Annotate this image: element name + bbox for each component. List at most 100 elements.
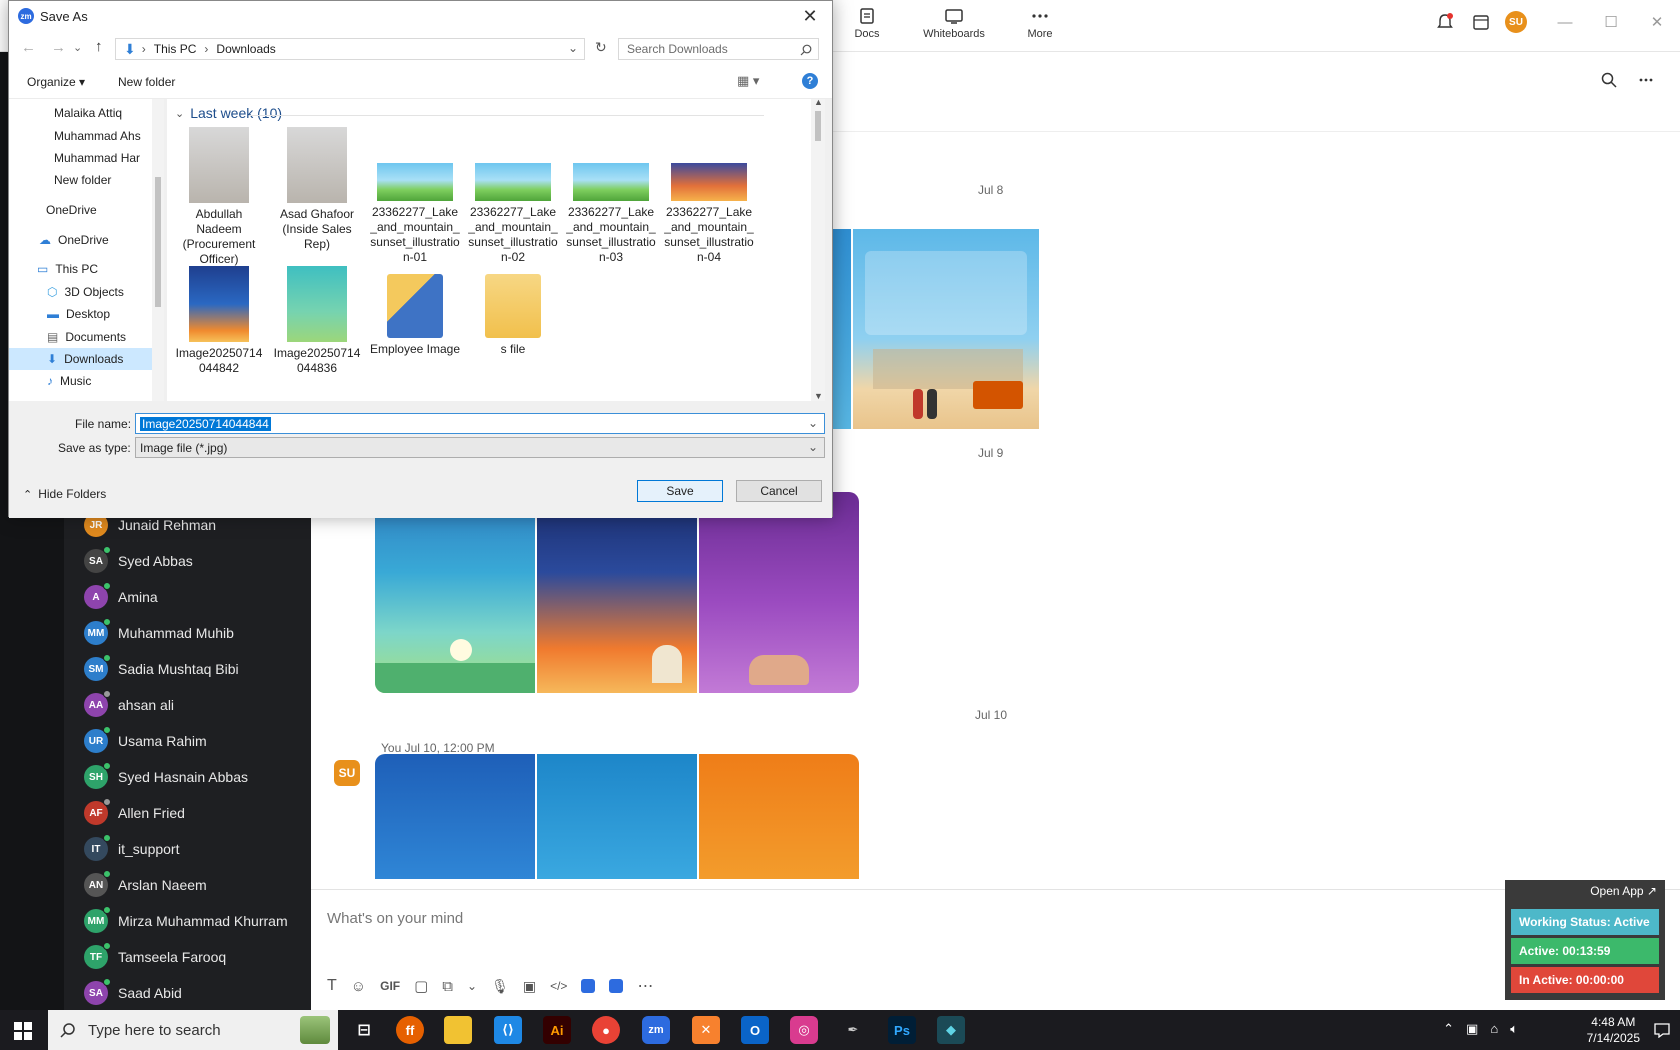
docs-tab[interactable]: Docs: [827, 8, 907, 40]
photoshop-icon[interactable]: Ps: [888, 1016, 916, 1044]
message-composer[interactable]: What's on your mind T ☺ GIF ▢ ⧉ ⌄ 🎙︎ ▣ <…: [311, 889, 1680, 1010]
tree-item[interactable]: Muhammad Ahs: [9, 125, 154, 147]
contact-item[interactable]: AF Allen Fried: [84, 795, 185, 831]
close-window-icon[interactable]: ✕: [1634, 0, 1680, 44]
save-type-select[interactable]: Image file (*.jpg) ⌄: [135, 437, 825, 458]
contact-item[interactable]: SM Sadia Mushtaq Bibi: [84, 651, 239, 687]
contact-item[interactable]: TF Tamseela Farooq: [84, 939, 226, 975]
contact-item[interactable]: SA Saad Abid: [84, 975, 182, 1011]
tracking-app-icon[interactable]: ◆: [937, 1016, 965, 1044]
save-button[interactable]: Save: [637, 480, 723, 502]
zoom-taskbar-icon[interactable]: zm: [642, 1016, 670, 1044]
contact-item[interactable]: SH Syed Hasnain Abbas: [84, 759, 248, 795]
chrome-icon[interactable]: ●: [592, 1016, 620, 1044]
chevron-down-icon[interactable]: ⌄: [467, 979, 477, 993]
notifications-icon[interactable]: [1434, 11, 1456, 33]
file-explorer-icon[interactable]: [444, 1016, 472, 1044]
image-attachment[interactable]: [375, 492, 859, 693]
contact-item[interactable]: A Amina: [84, 579, 158, 615]
tree-item[interactable]: Malaika Attiq: [9, 102, 154, 124]
tree-item[interactable]: ⬇ Downloads: [9, 348, 154, 370]
file-icon[interactable]: ▢: [414, 977, 428, 995]
gif-icon[interactable]: GIF: [380, 979, 400, 993]
image-attachment[interactable]: [818, 229, 1372, 429]
composer-more-icon[interactable]: ⋯: [637, 976, 653, 996]
audio-icon[interactable]: 🎙︎: [491, 978, 509, 995]
files-scrollbar[interactable]: ▲ ▼: [811, 99, 825, 401]
video-icon[interactable]: ▣: [523, 978, 536, 995]
cancel-button[interactable]: Cancel: [736, 480, 822, 502]
contact-item[interactable]: AA ahsan ali: [84, 687, 174, 723]
organize-button[interactable]: Organize ▾: [27, 75, 85, 89]
text-format-icon[interactable]: T: [327, 977, 337, 995]
illustrator-icon[interactable]: Ai: [543, 1016, 571, 1044]
back-arrow-icon[interactable]: ←: [21, 39, 36, 56]
whiteboards-tab[interactable]: Whiteboards: [914, 8, 994, 40]
code-icon[interactable]: </>: [550, 979, 567, 993]
tree-item[interactable]: Muhammad Har: [9, 147, 154, 169]
address-dropdown-icon[interactable]: ⌄: [568, 41, 578, 55]
minimize-icon[interactable]: —: [1542, 0, 1588, 44]
refresh-icon[interactable]: ↻: [595, 39, 607, 56]
tree-item[interactable]: OneDrive: [9, 199, 154, 221]
group-header[interactable]: ⌄ Last week (10): [175, 105, 282, 121]
view-options-icon[interactable]: ▦ ▾: [737, 73, 759, 89]
file-item[interactable]: Image20250714044836: [267, 266, 367, 376]
chat-more-icon[interactable]: [1638, 72, 1654, 88]
emoji-icon[interactable]: ☺: [351, 978, 366, 995]
xampp-icon[interactable]: ✕: [692, 1016, 720, 1044]
forward-arrow-icon[interactable]: →: [51, 39, 66, 56]
maximize-icon[interactable]: ☐: [1588, 0, 1634, 44]
file-name-dropdown-icon[interactable]: ⌄: [808, 416, 818, 430]
outlook-icon[interactable]: O: [741, 1016, 769, 1044]
path-segment-this-pc[interactable]: This PC: [154, 42, 197, 56]
file-item[interactable]: Employee Image: [365, 266, 465, 357]
recent-locations-icon[interactable]: ⌄: [73, 41, 82, 54]
tray-chevron-up-icon[interactable]: ⌃: [1443, 1021, 1454, 1037]
file-name-input[interactable]: Image20250714044844 ⌄: [135, 413, 825, 434]
taskbar-clock[interactable]: 4:48 AM 7/14/2025: [1587, 1014, 1640, 1046]
up-arrow-icon[interactable]: ↑: [95, 38, 103, 55]
vscode-icon[interactable]: ⟨⟩: [494, 1016, 522, 1044]
address-bar[interactable]: ⬇ › This PC › Downloads ⌄: [115, 38, 585, 60]
tray-app-icon[interactable]: ▣: [1466, 1021, 1478, 1037]
file-item[interactable]: 23362277_Lake_and_mountain_sunset_illust…: [463, 127, 563, 265]
tree-item[interactable]: ☁ OneDrive: [9, 229, 154, 251]
notification-center-icon[interactable]: [1654, 1022, 1670, 1038]
contact-item[interactable]: SA Syed Abbas: [84, 543, 193, 579]
image-attachment[interactable]: [375, 754, 859, 879]
open-app-link[interactable]: Open App ↗: [1509, 884, 1661, 906]
file-item[interactable]: 23362277_Lake_and_mountain_sunset_illust…: [659, 127, 759, 265]
task-view-icon[interactable]: ⊟: [350, 1016, 378, 1044]
file-item[interactable]: Asad Ghafoor (Inside Sales Rep): [267, 127, 367, 252]
search-icon[interactable]: [1601, 72, 1617, 88]
new-folder-button[interactable]: New folder: [118, 75, 175, 89]
network-icon[interactable]: ⌂: [1490, 1021, 1498, 1037]
pen-tool-icon[interactable]: ✒: [839, 1016, 867, 1044]
creative-cloud-icon[interactable]: ◎: [790, 1016, 818, 1044]
close-icon[interactable]: ✕: [788, 1, 832, 31]
calendar-icon[interactable]: [1470, 11, 1492, 33]
contact-item[interactable]: MM Mirza Muhammad Khurram: [84, 903, 288, 939]
contact-item[interactable]: UR Usama Rahim: [84, 723, 207, 759]
firefox-icon[interactable]: ff: [396, 1016, 424, 1044]
file-item[interactable]: Image20250714044842: [169, 266, 269, 376]
path-segment-downloads[interactable]: Downloads: [216, 42, 275, 56]
tree-item[interactable]: ⬡ 3D Objects: [9, 281, 154, 303]
contact-item[interactable]: IT it_support: [84, 831, 179, 867]
volume-icon[interactable]: 🔈︎: [1510, 1021, 1518, 1037]
app-icon-blue[interactable]: [581, 979, 596, 993]
contact-item[interactable]: MM Muhammad Muhib: [84, 615, 234, 651]
more-tab[interactable]: More: [1000, 8, 1080, 40]
taskbar-search[interactable]: Type here to search: [48, 1010, 338, 1050]
windows-start-icon[interactable]: [14, 1022, 32, 1040]
file-item[interactable]: Abdullah Nadeem (Procurement Officer): [169, 127, 269, 267]
tree-item[interactable]: ♪ Music: [9, 370, 154, 392]
help-icon[interactable]: ?: [802, 73, 818, 89]
tree-item[interactable]: ▬ Desktop: [9, 303, 154, 325]
tree-scrollbar[interactable]: [152, 99, 164, 401]
user-avatar[interactable]: SU: [1505, 11, 1527, 33]
hide-folders-toggle[interactable]: ⌃ Hide Folders: [23, 487, 106, 501]
tree-item[interactable]: ▤ Documents: [9, 326, 154, 348]
contact-item[interactable]: AN Arslan Naeem: [84, 867, 207, 903]
